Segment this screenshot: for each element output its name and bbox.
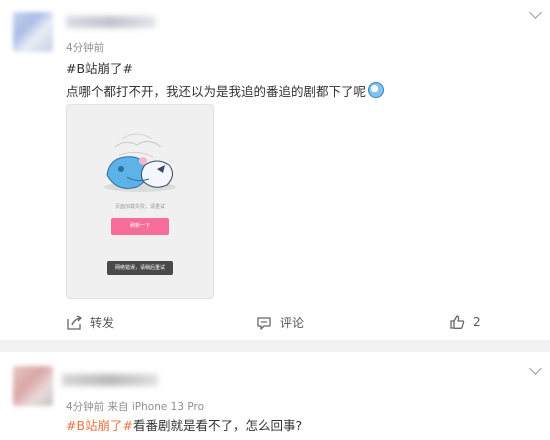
retry-button: 刷新一下 <box>111 218 169 235</box>
error-toast: 网络错误，请稍后重试 <box>107 261 173 275</box>
post-time: 4分钟前 <box>66 401 105 413</box>
avatar[interactable] <box>13 366 53 406</box>
avatar[interactable] <box>13 12 53 52</box>
post-image[interactable]: 页面加载失败，请重试 刷新一下 网络错误，请稍后重试 <box>66 104 214 299</box>
post-meta: 4分钟前 来自 iPhone 13 Pro <box>66 399 204 414</box>
post-text-body: 点哪个都打不开，我还以为是我追的番追的剧都下了呢 <box>66 84 367 99</box>
share-button[interactable]: 转发 <box>66 314 114 331</box>
post-time: 4分钟前 <box>66 42 105 54</box>
post-actions: 转发 评论 2 <box>0 314 550 336</box>
post-separator <box>0 340 550 352</box>
post-text: #B站崩了#看番剧就是看不了，怎么回事? <box>66 415 302 434</box>
comment-button[interactable]: 评论 <box>256 314 304 331</box>
emoji-icon <box>368 82 385 98</box>
hashtag-link[interactable]: #B站崩了# <box>66 418 133 433</box>
error-message: 页面加载失败，请重试 <box>114 204 165 210</box>
comment-label: 评论 <box>280 316 305 330</box>
share-label: 转发 <box>90 316 115 330</box>
hashtag-link[interactable]: #B站崩了# <box>66 58 133 77</box>
chevron-down-icon[interactable] <box>529 6 542 19</box>
thumbs-up-icon <box>450 315 465 329</box>
share-icon <box>67 314 82 330</box>
post-text-body: 看番剧就是看不了，怎么回事? <box>133 418 303 433</box>
comment-icon <box>257 316 271 330</box>
post-text: 点哪个都打不开，我还以为是我追的番追的剧都下了呢 <box>66 81 385 100</box>
username-blurred[interactable] <box>66 16 156 28</box>
post-device: 来自 iPhone 13 Pro <box>107 401 205 413</box>
username-blurred[interactable] <box>62 374 158 386</box>
like-button[interactable]: 2 <box>449 314 481 330</box>
like-count: 2 <box>473 315 481 329</box>
weibo-post: 4分钟前 #B站崩了# 点哪个都打不开，我还以为是我追的番追的剧都下了呢 页面加… <box>0 0 550 340</box>
mascot-illustration <box>104 133 176 192</box>
